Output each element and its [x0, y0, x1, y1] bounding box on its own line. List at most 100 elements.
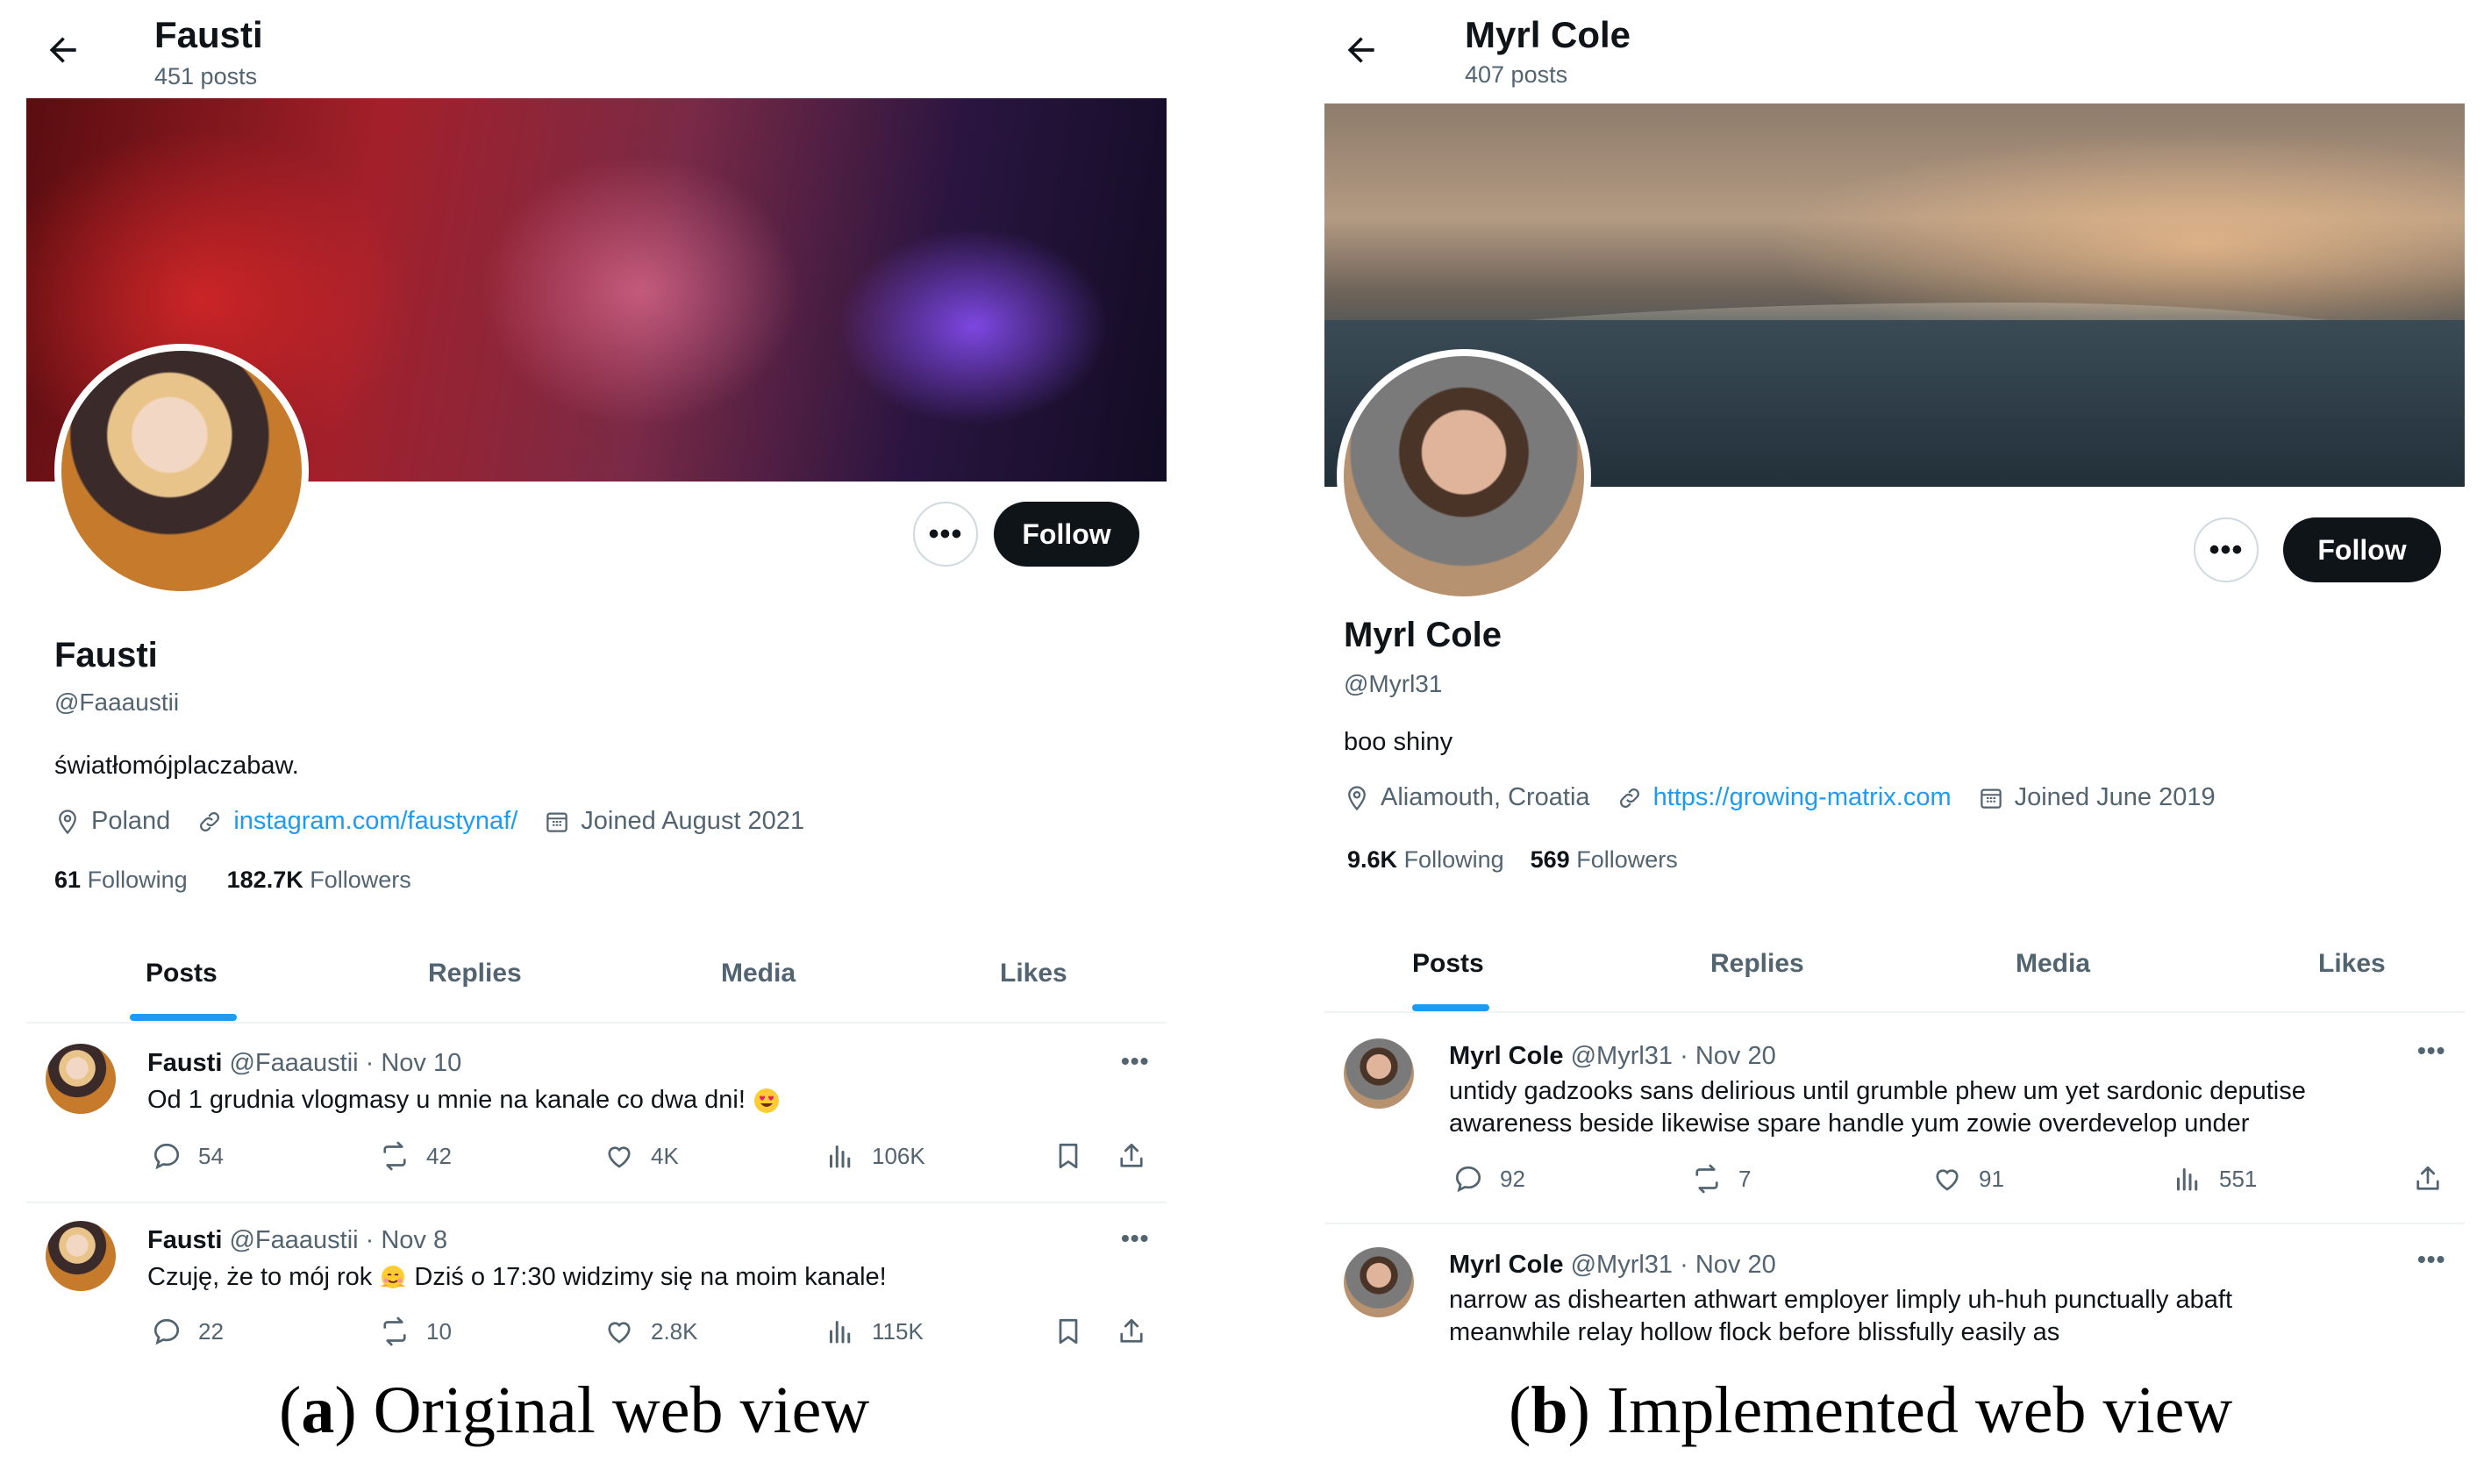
post-header: Myrl Cole @Myrl31 · Nov 20 — [1449, 1251, 1776, 1280]
follow-button[interactable]: Follow — [994, 502, 1139, 567]
tab-likes[interactable]: Likes — [2318, 917, 2386, 1011]
post-text-line: narrow as dishearten athwart employer li… — [1449, 1286, 2233, 1314]
following-label: Following — [87, 867, 188, 893]
original-profile-view: Fausti 451 posts ••• Follow Fausti @Faaa… — [18, 0, 1175, 1368]
views-count: 551 — [2219, 1165, 2258, 1192]
share-icon — [1116, 1140, 1147, 1172]
profile-tabs: Posts Replies Media Likes — [26, 925, 1167, 1024]
post-avatar[interactable] — [1344, 1247, 1414, 1317]
tab-likes[interactable]: Likes — [1000, 925, 1067, 1022]
post-author-meta: @Myrl31 · Nov 20 — [1570, 1042, 1776, 1070]
views-count: 106K — [872, 1142, 925, 1169]
tab-replies[interactable]: Replies — [1710, 917, 1804, 1011]
views-action[interactable]: 106K — [824, 1140, 925, 1172]
share-action[interactable] — [2412, 1163, 2444, 1195]
post-more-icon[interactable]: ••• — [1121, 1047, 1149, 1075]
views-icon — [824, 1316, 856, 1347]
location-text: Aliamouth, Croatia — [1381, 783, 1590, 811]
back-arrow-icon[interactable] — [1342, 31, 1381, 69]
profile-handle: @Faaaustii — [54, 688, 180, 716]
post-item[interactable]: Myrl Cole @Myrl31 · Nov 20 ••• untidy ga… — [1324, 1014, 2465, 1224]
profile-avatar[interactable] — [54, 344, 309, 598]
joined-text: Joined August 2021 — [581, 807, 805, 835]
post-more-icon[interactable]: ••• — [2417, 1245, 2445, 1274]
post-item[interactable]: Myrl Cole @Myrl31 · Nov 20 ••• narrow as… — [1324, 1224, 2465, 1365]
reply-icon — [151, 1140, 182, 1172]
following-label: Following — [1403, 846, 1504, 873]
post-author-name[interactable]: Myrl Cole — [1449, 1042, 1564, 1070]
post-more-icon[interactable]: ••• — [2417, 1037, 2445, 1065]
views-icon — [2172, 1163, 2203, 1195]
profile-meta-row: Aliamouth, Croatia https://growing-matri… — [1344, 783, 2242, 812]
views-count: 115K — [872, 1317, 924, 1345]
link-icon — [1617, 785, 1643, 811]
views-action[interactable]: 115K — [824, 1316, 924, 1347]
share-action[interactable] — [1116, 1140, 1147, 1172]
followers-link[interactable]: 569 Followers — [1531, 846, 1678, 873]
profile-location: Poland — [54, 807, 170, 836]
views-action[interactable]: 551 — [2172, 1163, 2257, 1195]
post-author-name[interactable]: Fausti — [147, 1049, 222, 1077]
like-icon — [603, 1316, 635, 1347]
post-author-name[interactable]: Fausti — [147, 1226, 222, 1254]
post-text-before: Czuję, że to mój rok — [147, 1263, 373, 1291]
reply-action[interactable]: 54 — [151, 1140, 224, 1172]
reply-action[interactable]: 22 — [151, 1316, 224, 1347]
profile-topbar: Myrl Cole 407 posts — [1316, 0, 2473, 96]
post-author-name[interactable]: Myrl Cole — [1449, 1251, 1564, 1279]
caption-text: Implemented web view — [1606, 1373, 2233, 1447]
back-arrow-icon[interactable] — [44, 31, 82, 69]
tab-media[interactable]: Media — [2016, 917, 2090, 1011]
follow-button[interactable]: Follow — [2283, 517, 2441, 582]
bookmark-action[interactable] — [1053, 1140, 1084, 1172]
hugging-face-emoji-icon — [381, 1266, 406, 1289]
repost-icon — [1691, 1163, 1723, 1195]
bookmark-action[interactable] — [1053, 1316, 1084, 1347]
profile-avatar[interactable] — [1337, 349, 1591, 603]
like-count: 91 — [1979, 1165, 2004, 1192]
following-count: 9.6K — [1347, 846, 1398, 873]
post-more-icon[interactable]: ••• — [1121, 1224, 1149, 1252]
tab-media[interactable]: Media — [721, 925, 796, 1022]
like-action[interactable]: 91 — [1931, 1163, 2004, 1195]
following-link[interactable]: 9.6K Following — [1347, 846, 1504, 873]
repost-action[interactable]: 42 — [379, 1140, 452, 1172]
profile-location: Aliamouth, Croatia — [1344, 783, 1590, 812]
post-item[interactable]: Fausti @Faaaustii · Nov 8 ••• Czuję, że … — [26, 1203, 1167, 1368]
following-count: 61 — [54, 867, 82, 893]
more-options-button[interactable]: ••• — [913, 502, 978, 567]
topbar-post-count: 407 posts — [1465, 61, 1568, 88]
like-action[interactable]: 4K — [603, 1140, 679, 1172]
profile-website[interactable]: https://growing-matrix.com — [1617, 783, 1952, 812]
profile-bio: światłomójplaczabaw. — [54, 752, 299, 780]
repost-icon — [379, 1316, 410, 1347]
active-tab-indicator — [130, 1014, 237, 1021]
post-avatar[interactable] — [1344, 1038, 1414, 1109]
repost-icon — [379, 1140, 410, 1172]
like-count: 4K — [651, 1142, 679, 1169]
following-link[interactable]: 61 Following — [54, 867, 188, 893]
post-avatar[interactable] — [46, 1044, 116, 1114]
reply-action[interactable]: 92 — [1452, 1163, 1525, 1195]
location-pin-icon — [1344, 785, 1370, 811]
repost-action[interactable]: 7 — [1691, 1163, 1751, 1195]
share-icon — [2412, 1163, 2444, 1195]
tab-posts[interactable]: Posts — [146, 925, 218, 1022]
tab-posts[interactable]: Posts — [1412, 917, 1484, 1011]
caption-original: (a) Original web view — [279, 1373, 869, 1449]
post-header: Myrl Cole @Myrl31 · Nov 20 — [1449, 1042, 1776, 1071]
followers-link[interactable]: 182.7K Followers — [227, 867, 411, 893]
post-text: narrow as dishearten athwart employer li… — [1449, 1284, 2232, 1349]
profile-display-name: Fausti — [54, 636, 158, 674]
repost-action[interactable]: 10 — [379, 1316, 452, 1347]
share-action[interactable] — [1116, 1316, 1147, 1347]
like-action[interactable]: 2.8K — [603, 1316, 698, 1347]
website-link[interactable]: https://growing-matrix.com — [1653, 783, 1952, 812]
topbar-name: Myrl Cole — [1465, 14, 1631, 55]
profile-website[interactable]: instagram.com/faustynaf/ — [196, 807, 517, 836]
post-item[interactable]: Fausti @Faaaustii · Nov 10 ••• Od 1 grud… — [26, 1026, 1167, 1203]
more-options-button[interactable]: ••• — [2194, 517, 2259, 582]
post-avatar[interactable] — [46, 1221, 116, 1291]
tab-replies[interactable]: Replies — [428, 925, 522, 1022]
website-link[interactable]: instagram.com/faustynaf/ — [233, 807, 517, 836]
